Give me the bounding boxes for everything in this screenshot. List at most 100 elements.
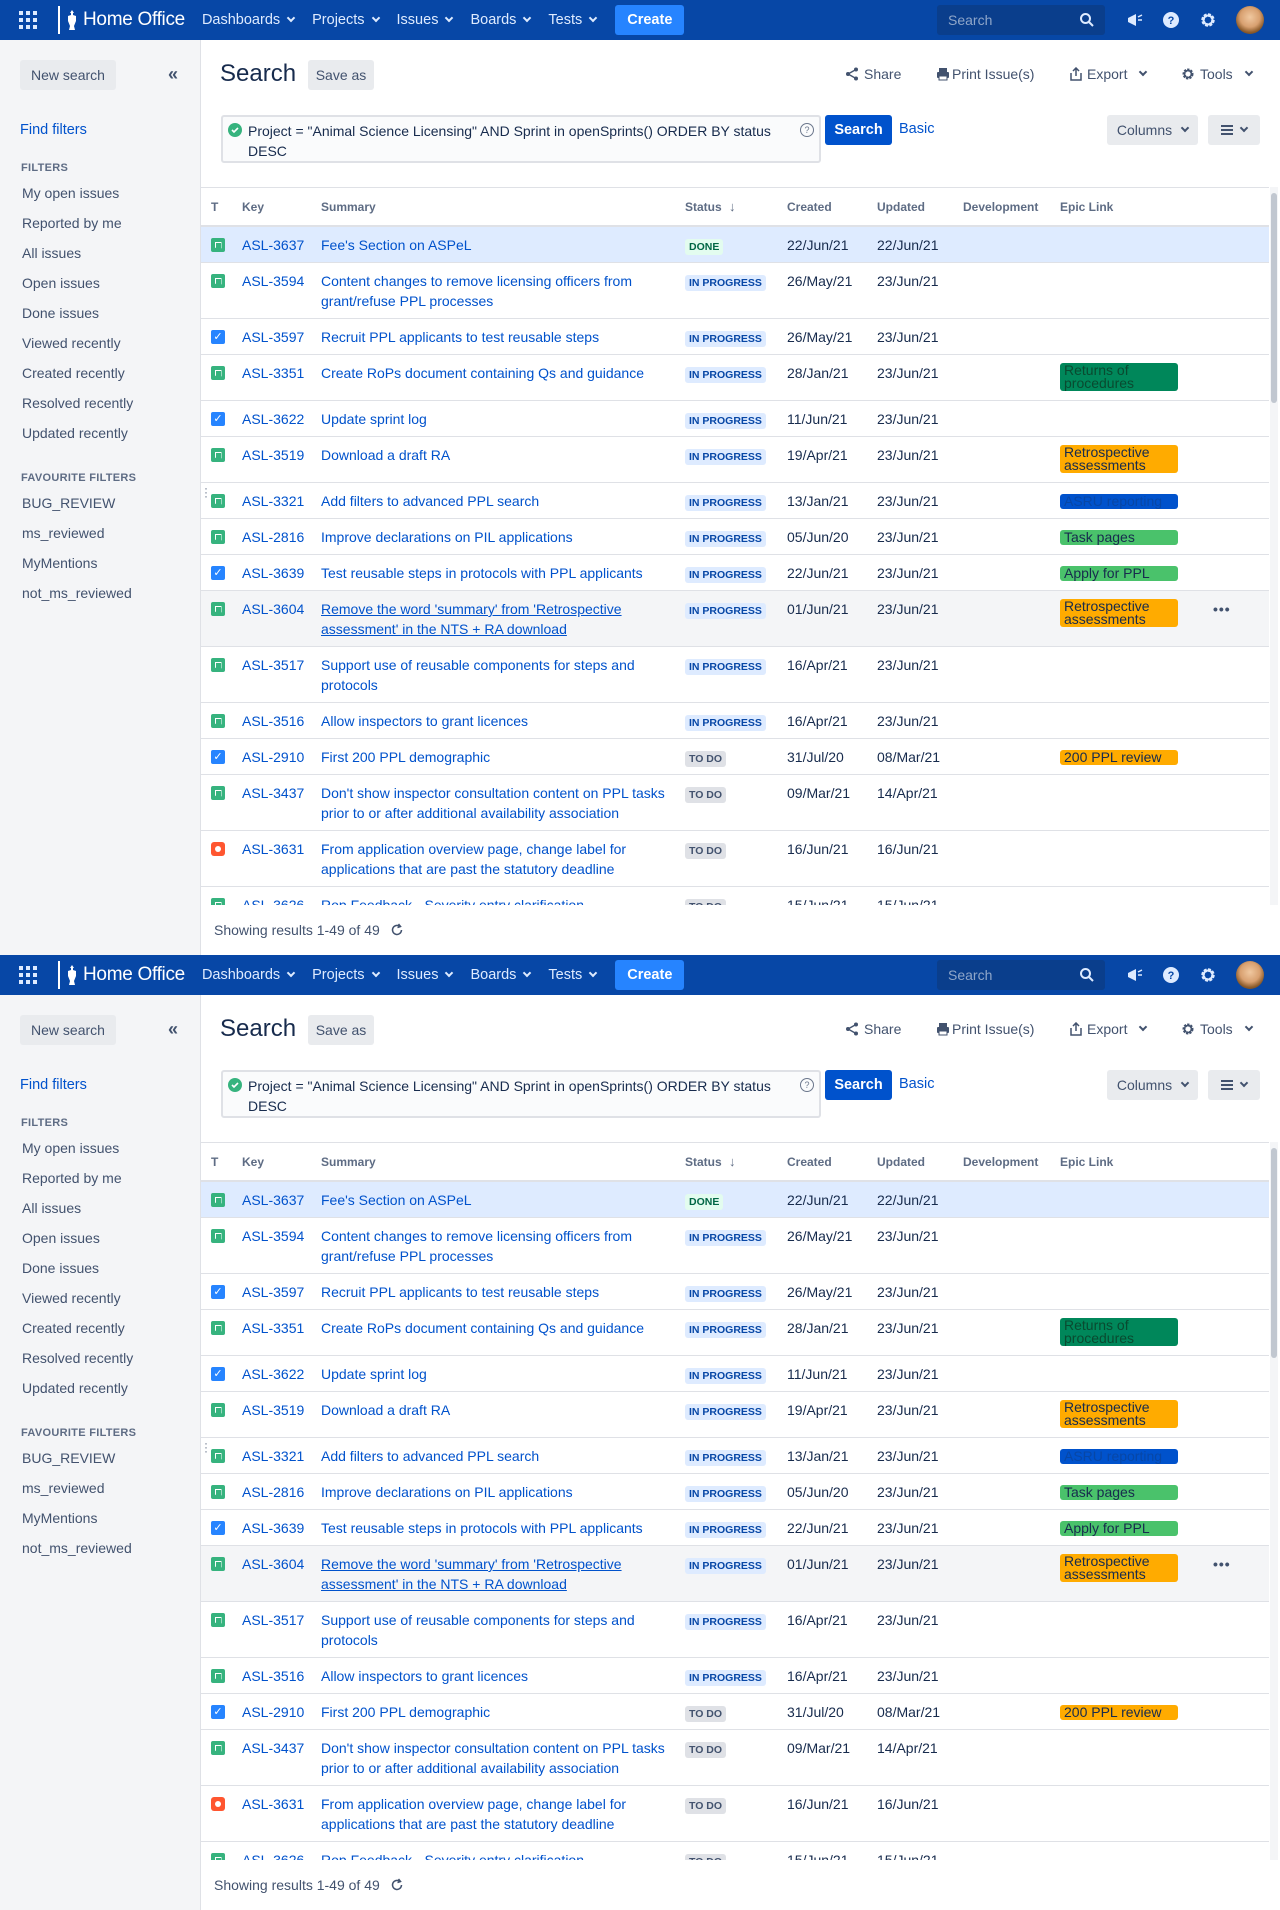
table-row[interactable]: ASL-3626 Rop Feedback - Severity entry cl… bbox=[201, 1841, 1269, 1860]
favourite-filter-item[interactable]: BUG_REVIEW bbox=[22, 1450, 115, 1466]
issue-summary-link[interactable]: Create RoPs document containing Qs and g… bbox=[311, 1309, 675, 1356]
gear-icon[interactable] bbox=[1197, 964, 1219, 986]
issue-table-container[interactable]: T Key Summary Status ↓ Created Updated D… bbox=[201, 1142, 1269, 1860]
issue-key-link[interactable]: ASL-3594 bbox=[232, 262, 311, 319]
issue-key-link[interactable]: ASL-3351 bbox=[232, 1309, 311, 1356]
issue-summary-link[interactable]: Test reusable steps in protocols with PP… bbox=[311, 1509, 675, 1546]
issue-summary-link[interactable]: Don't show inspector consultation conten… bbox=[311, 1729, 675, 1786]
sidebar-item-done-issues[interactable]: Done issues bbox=[22, 305, 99, 321]
drag-handle-icon[interactable]: · · · bbox=[204, 482, 208, 502]
issue-key-link[interactable]: ASL-3351 bbox=[232, 354, 311, 401]
column-header-updated[interactable]: Updated bbox=[867, 188, 953, 227]
issue-summary-link[interactable]: From application overview page, change l… bbox=[311, 1785, 675, 1842]
issue-key-link[interactable]: ASL-2816 bbox=[232, 518, 311, 555]
scrollbar-thumb[interactable] bbox=[1271, 193, 1277, 403]
column-header-status[interactable]: Status ↓ bbox=[675, 188, 777, 227]
epic-link-badge[interactable]: 200 PPL review bbox=[1060, 1705, 1178, 1720]
column-header-development[interactable]: Development bbox=[953, 188, 1050, 227]
favourite-filter-item[interactable]: MyMentions bbox=[22, 555, 97, 571]
table-row[interactable]: ✓ ASL-3597 Recruit PPL applicants to test … bbox=[201, 318, 1269, 355]
jql-query-input[interactable]: Project = "Animal Science Licensing" AND… bbox=[221, 115, 821, 163]
issue-summary-link[interactable]: Improve declarations on PIL applications bbox=[311, 1473, 675, 1510]
sidebar-item-all-issues[interactable]: All issues bbox=[22, 1200, 81, 1216]
search-button[interactable]: Search bbox=[825, 1070, 892, 1100]
refresh-icon[interactable] bbox=[390, 1878, 404, 1892]
scrollbar-thumb[interactable] bbox=[1271, 1148, 1277, 1358]
issue-key-link[interactable]: ASL-3517 bbox=[232, 1601, 311, 1658]
favourite-filter-item[interactable]: MyMentions bbox=[22, 1510, 97, 1526]
issue-key-link[interactable]: ASL-3437 bbox=[232, 774, 311, 831]
sidebar-item-viewed-recently[interactable]: Viewed recently bbox=[22, 1290, 121, 1306]
sidebar-item-my-open-issues[interactable]: My open issues bbox=[22, 185, 119, 201]
table-row[interactable]: ASL-3519 Download a draft RA IN PROGRESS 19… bbox=[201, 436, 1269, 483]
table-row[interactable]: ASL-3351 Create RoPs document containing … bbox=[201, 354, 1269, 401]
issue-summary-link[interactable]: From application overview page, change l… bbox=[311, 830, 675, 887]
table-row[interactable]: ✓ ASL-2910 First 200 PPL demographic TO DO 3… bbox=[201, 1693, 1269, 1730]
table-row[interactable]: ASL-3437 Don't show inspector consultatio… bbox=[201, 1729, 1269, 1786]
issue-key-link[interactable]: ASL-3519 bbox=[232, 436, 311, 483]
issue-key-link[interactable]: ASL-2910 bbox=[232, 738, 311, 775]
sidebar-item-done-issues[interactable]: Done issues bbox=[22, 1260, 99, 1276]
issue-summary-link[interactable]: Allow inspectors to grant licences bbox=[311, 702, 675, 739]
sidebar-item-created-recently[interactable]: Created recently bbox=[22, 365, 125, 381]
table-scrollbar[interactable] bbox=[1270, 187, 1278, 905]
issue-summary-link[interactable]: First 200 PPL demographic bbox=[311, 738, 675, 775]
issue-key-link[interactable]: ASL-3516 bbox=[232, 702, 311, 739]
column-header-epic-link[interactable]: Epic Link bbox=[1050, 1143, 1203, 1182]
issue-key-link[interactable]: ASL-3622 bbox=[232, 1355, 311, 1392]
issue-key-link[interactable]: ASL-2910 bbox=[232, 1693, 311, 1730]
issue-summary-link[interactable]: Rop Feedback - Severity entry clarificat… bbox=[311, 1841, 675, 1860]
column-header-created[interactable]: Created bbox=[777, 1143, 867, 1182]
epic-link-badge[interactable]: Apply for PPL bbox=[1060, 1521, 1178, 1536]
column-header-key[interactable]: Key bbox=[232, 188, 311, 227]
epic-link-badge[interactable]: Retrospective assessments bbox=[1060, 1554, 1178, 1582]
issue-summary-link[interactable]: Update sprint log bbox=[311, 400, 675, 437]
issue-key-link[interactable]: ASL-3594 bbox=[232, 1217, 311, 1274]
share-button[interactable]: Share bbox=[845, 1021, 901, 1037]
sidebar-item-my-open-issues[interactable]: My open issues bbox=[22, 1140, 119, 1156]
issue-key-link[interactable]: ASL-3622 bbox=[232, 400, 311, 437]
sidebar-item-open-issues[interactable]: Open issues bbox=[22, 1230, 100, 1246]
issue-summary-link[interactable]: Rop Feedback - Severity entry clarificat… bbox=[311, 886, 675, 905]
table-row[interactable]: ASL-2816 Improve declarations on PIL appl… bbox=[201, 518, 1269, 555]
epic-link-badge[interactable]: 200 PPL review bbox=[1060, 750, 1178, 765]
favourite-filter-item[interactable]: ms_reviewed bbox=[22, 525, 104, 541]
global-search-input[interactable]: Search bbox=[937, 5, 1105, 35]
nav-projects[interactable]: Projects bbox=[303, 0, 387, 40]
export-button[interactable]: Export bbox=[1070, 1021, 1148, 1037]
column-header-development[interactable]: Development bbox=[953, 1143, 1050, 1182]
announcement-icon[interactable] bbox=[1124, 964, 1146, 986]
table-row[interactable]: ASL-3321 Add filters to advanced PPL sear… bbox=[201, 482, 1269, 519]
issue-summary-link[interactable]: Remove the word 'summary' from 'Retrospe… bbox=[311, 590, 675, 647]
sidebar-item-reported-by-me[interactable]: Reported by me bbox=[22, 215, 122, 231]
epic-link-badge[interactable]: Retrospective assessments bbox=[1060, 599, 1178, 627]
help-icon[interactable]: ? bbox=[1160, 9, 1182, 31]
table-row[interactable]: ASL-3517 Support use of reusable componen… bbox=[201, 646, 1269, 703]
issue-key-link[interactable]: ASL-3639 bbox=[232, 554, 311, 591]
global-search-input[interactable]: Search bbox=[937, 960, 1105, 990]
issue-summary-link[interactable]: Add filters to advanced PPL search bbox=[311, 1437, 675, 1474]
issue-summary-link[interactable]: Content changes to remove licensing offi… bbox=[311, 1217, 675, 1274]
issue-summary-link[interactable]: Remove the word 'summary' from 'Retrospe… bbox=[311, 1545, 675, 1602]
share-button[interactable]: Share bbox=[845, 66, 901, 82]
collapse-sidebar-icon[interactable]: « bbox=[168, 64, 178, 85]
column-header-type[interactable]: T bbox=[201, 1143, 232, 1182]
search-button[interactable]: Search bbox=[825, 115, 892, 145]
nav-projects[interactable]: Projects bbox=[303, 955, 387, 995]
nav-boards[interactable]: Boards bbox=[461, 955, 539, 995]
jql-query-text[interactable]: Project = "Animal Science Licensing" AND… bbox=[248, 121, 788, 161]
issue-key-link[interactable]: ASL-3631 bbox=[232, 1785, 311, 1842]
issue-key-link[interactable]: ASL-3597 bbox=[232, 318, 311, 355]
issue-key-link[interactable]: ASL-3437 bbox=[232, 1729, 311, 1786]
create-button[interactable]: Create bbox=[615, 5, 685, 35]
drag-handle-icon[interactable]: · · · bbox=[204, 1437, 208, 1457]
more-actions-icon[interactable]: ••• bbox=[1213, 1556, 1231, 1572]
issue-summary-link[interactable]: Add filters to advanced PPL search bbox=[311, 482, 675, 519]
issue-key-link[interactable]: ASL-3516 bbox=[232, 1657, 311, 1694]
column-header-type[interactable]: T bbox=[201, 188, 232, 227]
new-search-button[interactable]: New search bbox=[20, 1015, 116, 1045]
epic-link-badge[interactable]: Task pages bbox=[1060, 530, 1178, 545]
announcement-icon[interactable] bbox=[1124, 9, 1146, 31]
epic-link-badge[interactable]: Retrospective assessments bbox=[1060, 445, 1178, 473]
column-header-summary[interactable]: Summary bbox=[311, 1143, 675, 1182]
